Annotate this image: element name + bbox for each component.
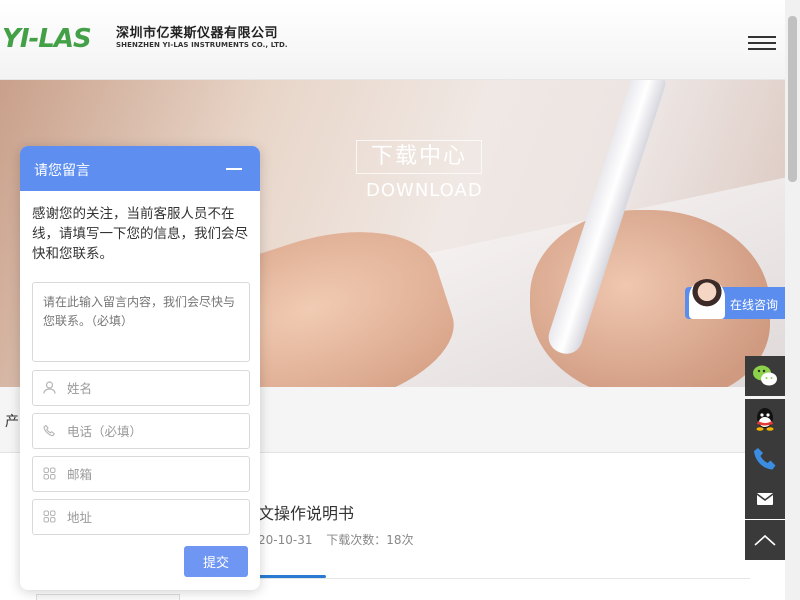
name-input[interactable] [67,379,237,397]
phone-icon [42,424,56,438]
submit-button[interactable]: 提交 [184,546,248,577]
consult-label: 在线咨询 [730,298,779,312]
name-field[interactable] [32,370,250,406]
mail-icon [756,493,774,505]
widget-header: 请您留言 [20,146,260,191]
banner-title: 下载中心 [356,140,483,174]
email-field[interactable] [32,456,250,492]
sidebar-box [36,594,180,600]
address-field[interactable] [32,499,250,535]
active-tab-indicator [258,575,326,578]
qq-button[interactable] [745,399,785,439]
page-scrollbar[interactable] [785,0,800,600]
online-consult-button[interactable]: 在线咨询 [685,279,785,319]
email-button[interactable] [745,479,785,519]
company-name-en: SHENZHEN YI-LAS INSTRUMENTS CO., LTD. [116,41,288,49]
phone-input[interactable] [67,422,237,440]
back-to-top-icon [754,534,776,546]
person-icon [42,381,56,395]
phone-field[interactable] [32,413,250,449]
wechat-button[interactable] [745,356,785,396]
customer-service-avatar [689,279,725,319]
logo-mark[interactable]: YI-LAS [2,24,110,54]
company-name-cn[interactable]: 深圳市亿莱斯仪器有限公司 [116,26,278,42]
message-textarea[interactable] [32,282,250,362]
widget-intro-text: 感谢您的关注，当前客服人员不在线，请填写一下您的信息，我们会尽快和您联系。 [32,206,248,262]
leave-message-widget: 请您留言 感谢您的关注，当前客服人员不在线，请填写一下您的信息，我们会尽快和您联… [20,146,260,590]
qq-icon [756,408,774,431]
back-to-top-button[interactable] [745,520,785,560]
document-meta: 20-10-31 下载次数：18次 [258,531,424,548]
document-date: 20-10-31 [258,533,313,547]
address-input[interactable] [67,508,237,526]
breadcrumb-text[interactable]: 产 [5,411,19,431]
wechat-icon [753,365,777,386]
email-input[interactable] [67,465,237,483]
widget-title: 请您留言 [34,163,90,179]
document-title[interactable]: 文操作说明书 [258,500,354,524]
document-download-count: 下载次数：18次 [326,533,414,547]
minimize-icon[interactable] [226,168,242,170]
hamburger-menu-icon[interactable] [748,36,776,54]
site-header: YI-LAS 深圳市亿莱斯仪器有限公司 SHENZHEN YI-LAS INST… [0,0,785,80]
scrollbar-thumb[interactable] [788,16,797,182]
grid-icon [42,467,56,481]
phone-icon [754,448,776,470]
phone-button[interactable] [745,439,785,479]
divider [258,578,750,579]
banner-subtitle: DOWNLOAD [366,180,483,201]
grid-icon [42,510,56,524]
